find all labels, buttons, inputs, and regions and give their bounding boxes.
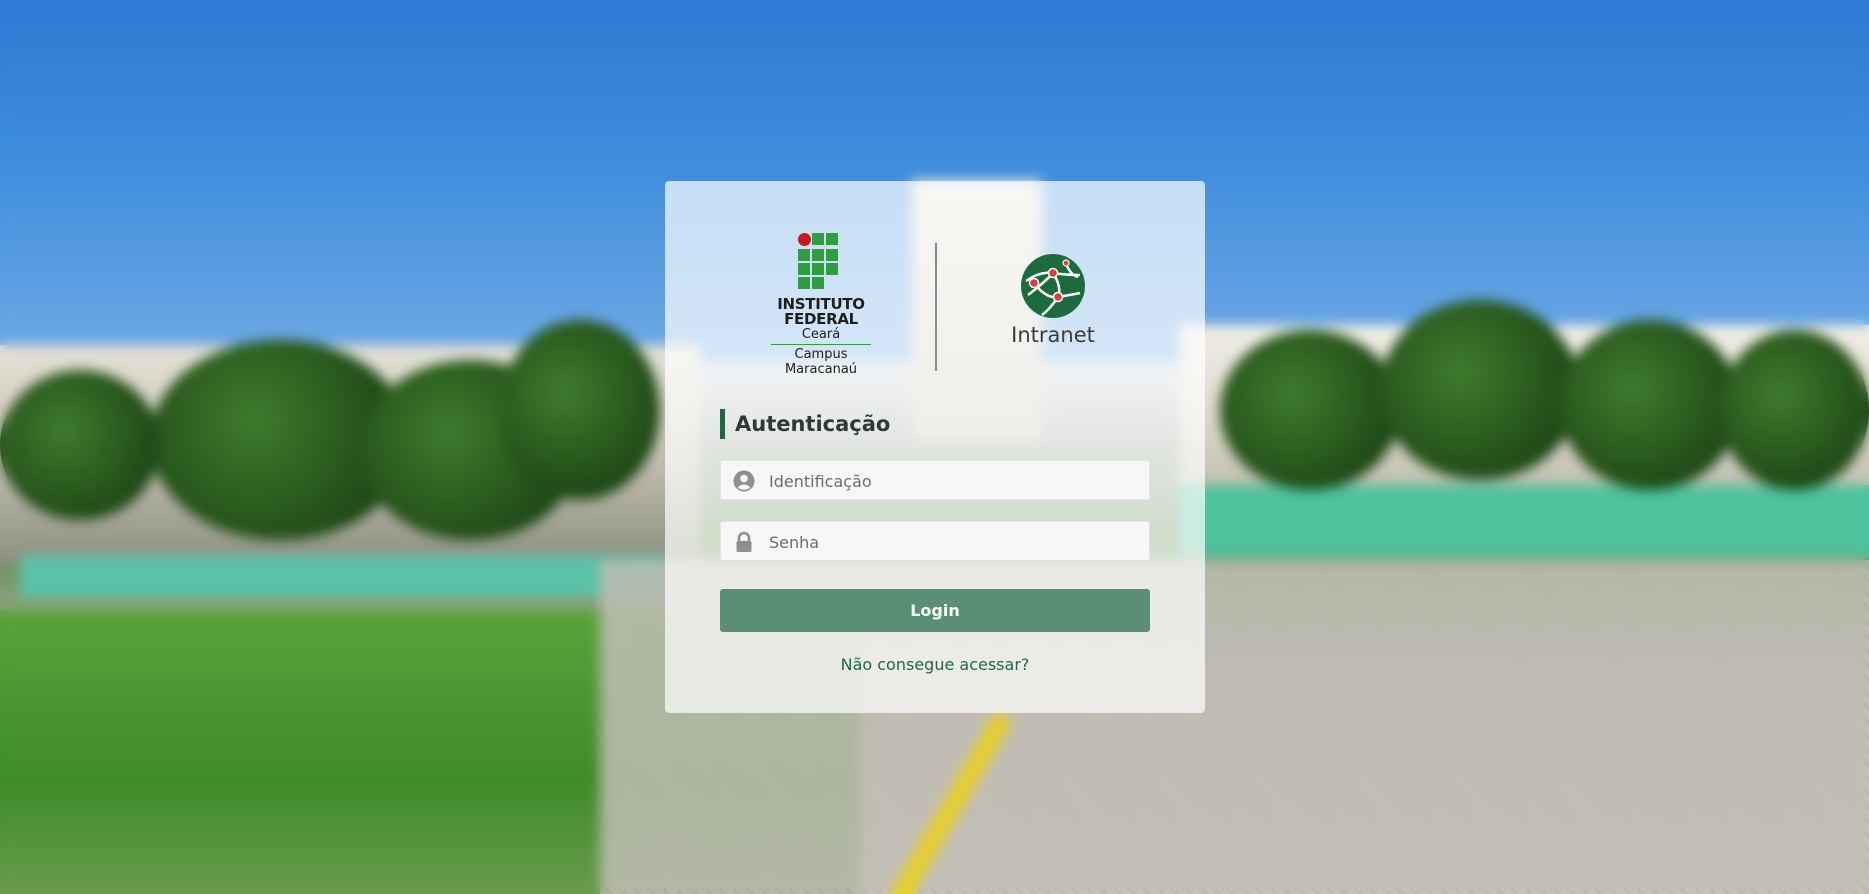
logo-divider [935, 243, 937, 371]
cant-access-link[interactable]: Não consegue acessar? [665, 655, 1205, 674]
campus-line-1: Campus [794, 347, 848, 362]
if-logo-icon [798, 233, 844, 293]
user-circle-icon [733, 470, 755, 492]
institution-state: Ceará [801, 327, 841, 342]
auth-heading: Autenticação [720, 409, 890, 439]
institution-name: INSTITUTO FEDERAL [777, 295, 865, 328]
logo-header: INSTITUTO FEDERAL Ceará Campus Maracanaú [665, 181, 1205, 381]
password-input[interactable] [767, 522, 1141, 562]
campus-line-2: Maracanaú [784, 362, 858, 377]
login-button[interactable]: Login [720, 589, 1150, 632]
identification-input[interactable] [767, 461, 1141, 501]
login-card: INSTITUTO FEDERAL Ceará Campus Maracanaú [665, 181, 1205, 713]
password-field[interactable] [720, 521, 1150, 562]
globe-network-icon [1021, 254, 1085, 318]
lock-icon [736, 531, 752, 552]
app-name: Intranet [1011, 323, 1095, 347]
identification-field[interactable] [720, 460, 1150, 501]
institution-logo: INSTITUTO FEDERAL Ceará Campus Maracanaú [769, 233, 873, 377]
app-logo: Intranet [995, 253, 1111, 347]
